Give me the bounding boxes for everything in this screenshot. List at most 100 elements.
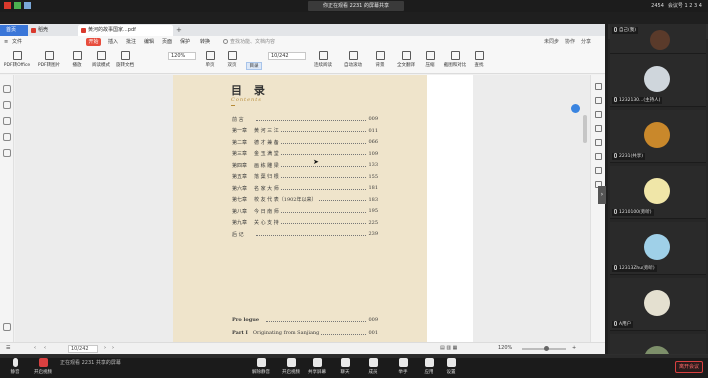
tool-3[interactable]: 阅读模式 xyxy=(90,51,112,68)
menu-start[interactable]: 开始 xyxy=(86,38,101,46)
toc-row[interactable]: 第七章校 友 代 表（1902年以来） 183 xyxy=(232,196,378,204)
tool-label: 全文翻译 xyxy=(397,63,415,68)
control-apps-button[interactable]: 应用 xyxy=(418,358,440,375)
document-viewport[interactable]: 目 录 Contents 前 言 009 第一章黄 河 三 江 011 第二章德 才 兼… xyxy=(15,75,590,343)
menu-edit[interactable]: 编辑 xyxy=(144,36,154,48)
share-button[interactable]: 分享 xyxy=(581,36,591,48)
tool-8[interactable]: 自动滚动 xyxy=(340,51,366,68)
tab-pdf-document[interactable]: 黄河的故事国家...pdf xyxy=(78,25,173,36)
sidebar-toggle-icon[interactable]: ☰ xyxy=(6,343,10,354)
layers-icon[interactable] xyxy=(3,149,11,157)
tool-4[interactable]: 旋转文档 xyxy=(114,51,136,68)
participant-tile[interactable]: 2231(共享) xyxy=(610,110,706,163)
menu-convert[interactable]: 转换 xyxy=(200,36,210,48)
search-input[interactable]: 查找功能、文档内容 xyxy=(222,38,310,46)
prev-page-button[interactable]: ‹ xyxy=(34,343,36,354)
sync-status[interactable]: 未同步 xyxy=(544,36,559,48)
menu-insert[interactable]: 插入 xyxy=(108,36,118,48)
zoom-in-status-icon[interactable]: + xyxy=(572,343,576,354)
toc-row[interactable]: 第四章画 栋 雕 梁 133 xyxy=(232,161,378,169)
toc-row[interactable]: 第五章落 葉 归 根 155 xyxy=(232,173,378,181)
participant-tile[interactable]: 1210100(旁听) xyxy=(610,166,706,219)
tool-7[interactable]: 连续阅读 xyxy=(310,51,336,68)
sidebar-settings-icon[interactable] xyxy=(3,323,11,331)
participant-name: 12313Zhu(旁听) xyxy=(612,265,657,272)
toc-row[interactable]: 第一章黄 河 三 江 011 xyxy=(232,127,378,135)
tab-home[interactable]: 首页 xyxy=(0,25,28,36)
tool-11[interactable]: 压缩 xyxy=(420,51,440,68)
toc-page-number: 109 xyxy=(368,150,378,157)
next-page-button-2[interactable]: › xyxy=(112,343,114,354)
attachment-icon[interactable] xyxy=(3,133,11,141)
menu-protect[interactable]: 保护 xyxy=(180,36,190,48)
control-share-screen-button[interactable]: 共享屏幕 xyxy=(306,358,328,375)
leave-meeting-button[interactable]: 离开会议 xyxy=(675,361,703,373)
floating-assistant-icon[interactable] xyxy=(571,104,580,113)
bookmark-icon[interactable] xyxy=(3,101,11,109)
new-tab-button[interactable]: + xyxy=(176,25,182,35)
meeting-id[interactable]: 会议号 1 2 3 4 xyxy=(668,1,702,11)
toc-row[interactable]: 第九章关 心 支 持 225 xyxy=(232,219,378,227)
tool-13[interactable]: 查找 xyxy=(470,51,488,68)
control-settings-button[interactable]: 设置 xyxy=(440,358,462,375)
tool-2[interactable]: 播放 xyxy=(66,51,88,68)
avatar xyxy=(650,30,670,50)
status-bar: ☰ ‹ ‹ 10/242 › › ▤ ▥ ▦ 120% + xyxy=(0,342,605,354)
control-participants-button[interactable]: 成员 xyxy=(362,358,384,375)
collaborate-button[interactable]: 协作 xyxy=(565,36,575,48)
menu-file[interactable]: 文件 xyxy=(12,36,22,48)
toc-row-english[interactable]: Part I Originating from Sanjiang 001 xyxy=(232,329,378,337)
participant-tile[interactable]: 12313Zhu(旁听) xyxy=(610,222,706,275)
tool-6[interactable]: 双页 xyxy=(222,51,242,68)
hand-tool-icon[interactable] xyxy=(595,125,602,132)
zoom-out-icon[interactable] xyxy=(595,97,602,104)
highlight-icon[interactable] xyxy=(595,167,602,174)
prev-page-button-2[interactable]: ‹ xyxy=(44,343,46,354)
collapse-panel-button[interactable]: › xyxy=(598,186,606,204)
toc-row[interactable]: 前 言 009 xyxy=(232,115,378,123)
zoom-slider-knob[interactable] xyxy=(544,346,549,351)
menu-annotate[interactable]: 批注 xyxy=(126,36,136,48)
tool-5[interactable]: 单页 xyxy=(200,51,220,68)
comment-icon[interactable] xyxy=(3,117,11,125)
left-video-control[interactable]: 开启视频 xyxy=(32,358,54,375)
left-mic-control[interactable]: 静音 xyxy=(4,358,26,375)
participant-tile[interactable]: 1232130...(主持人) xyxy=(610,54,706,107)
tool-1[interactable]: PDF转图片 xyxy=(34,51,64,68)
tool-12[interactable]: 截图和对比 xyxy=(442,51,468,68)
control-hand-button[interactable]: 举手 xyxy=(392,358,414,375)
window-icon[interactable] xyxy=(4,2,11,9)
toc-chapter-title: 德 才 兼 备 xyxy=(254,139,279,146)
control-video-button[interactable]: 开启视频 xyxy=(280,358,302,375)
toc-row[interactable]: 第二章德 才 兼 备 066 xyxy=(232,138,378,146)
zoom-in-icon[interactable] xyxy=(595,83,602,90)
toc-page-number: 009 xyxy=(368,317,378,323)
tool-9[interactable]: 背景 xyxy=(370,51,390,68)
fit-page-icon[interactable] xyxy=(595,111,602,118)
control-chat-button[interactable]: 聊天 xyxy=(334,358,356,375)
toc-row-english[interactable]: Pro logue 009 xyxy=(232,316,378,324)
note-icon[interactable] xyxy=(595,153,602,160)
toc-row[interactable]: 第六章名 家 大 师 181 xyxy=(232,184,378,192)
toc-row[interactable]: 后 记 239 xyxy=(232,230,378,238)
next-page-button[interactable]: › xyxy=(104,343,106,354)
view-mode-icon[interactable]: ▤ ▥ ▦ xyxy=(440,343,457,354)
tool-0[interactable]: PDF转Office xyxy=(2,51,32,68)
toc-row[interactable]: 第三章金 玉 满 堂 109 xyxy=(232,150,378,158)
tab-docs[interactable]: 稻壳 xyxy=(28,25,76,36)
participant-tile[interactable]: A用户 xyxy=(610,278,706,331)
status-zoom-value[interactable]: 120% xyxy=(498,343,512,354)
tool-10[interactable]: 全文翻译 xyxy=(394,51,418,68)
thumbnail-icon[interactable] xyxy=(3,85,11,93)
hamburger-menu-icon[interactable]: ≡ xyxy=(4,36,8,48)
page-number-input[interactable]: 10/242 xyxy=(268,52,306,60)
control-mic-button[interactable]: 解除静音 xyxy=(250,358,272,375)
select-tool-icon[interactable] xyxy=(595,139,602,146)
toc-toggle-button[interactable]: 目录 xyxy=(246,62,262,70)
toc-row[interactable]: 第八章今 日 南 师 195 xyxy=(232,207,378,215)
status-page-input[interactable]: 10/242 xyxy=(68,345,98,353)
zoom-input[interactable]: 120% xyxy=(168,52,196,60)
participant-tile[interactable]: 自己(我) xyxy=(610,24,706,54)
menu-page[interactable]: 页面 xyxy=(162,36,172,48)
vertical-scrollbar[interactable] xyxy=(583,115,587,143)
